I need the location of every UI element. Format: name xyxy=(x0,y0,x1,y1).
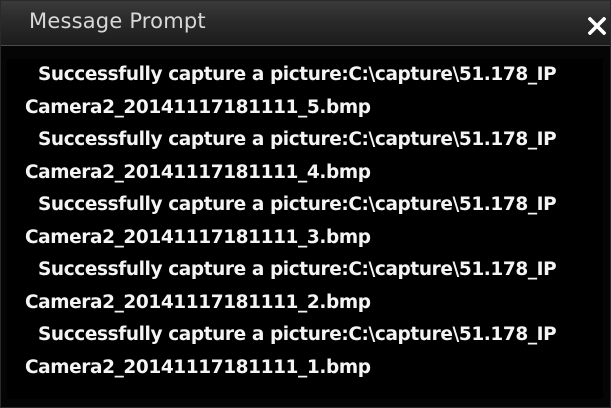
list-item: Successfully capture a picture:C:\captur… xyxy=(7,189,603,254)
close-icon[interactable] xyxy=(588,17,606,35)
title-bar[interactable]: Message Prompt xyxy=(1,1,610,46)
list-item: Successfully capture a picture:C:\captur… xyxy=(7,319,603,384)
message-filename: Camera2_20141117181111_5.bmp xyxy=(25,97,371,118)
message-line: Successfully capture a picture:C:\captur… xyxy=(38,129,557,150)
message-line: Successfully capture a picture:C:\captur… xyxy=(38,194,557,215)
message-filename: Camera2_20141117181111_3.bmp xyxy=(25,227,371,248)
close-icon-glyph xyxy=(588,17,606,35)
list-item: Successfully capture a picture:C:\captur… xyxy=(7,59,603,124)
message-line: Successfully capture a picture:C:\captur… xyxy=(38,259,557,280)
list-item: Successfully capture a picture:C:\captur… xyxy=(7,124,603,189)
message-list[interactable]: Successfully capture a picture:C:\captur… xyxy=(7,59,603,399)
message-filename: Camera2_20141117181111_2.bmp xyxy=(25,292,371,313)
message-line: Successfully capture a picture:C:\captur… xyxy=(38,324,557,345)
dialog-title: Message Prompt xyxy=(29,9,206,33)
message-prompt-dialog: Message Prompt Successfully capture a pi… xyxy=(0,0,611,408)
list-item: Successfully capture a picture:C:\captur… xyxy=(7,254,603,319)
message-filename: Camera2_20141117181111_1.bmp xyxy=(25,357,371,378)
message-line: Successfully capture a picture:C:\captur… xyxy=(38,64,557,85)
message-filename: Camera2_20141117181111_4.bmp xyxy=(25,162,371,183)
